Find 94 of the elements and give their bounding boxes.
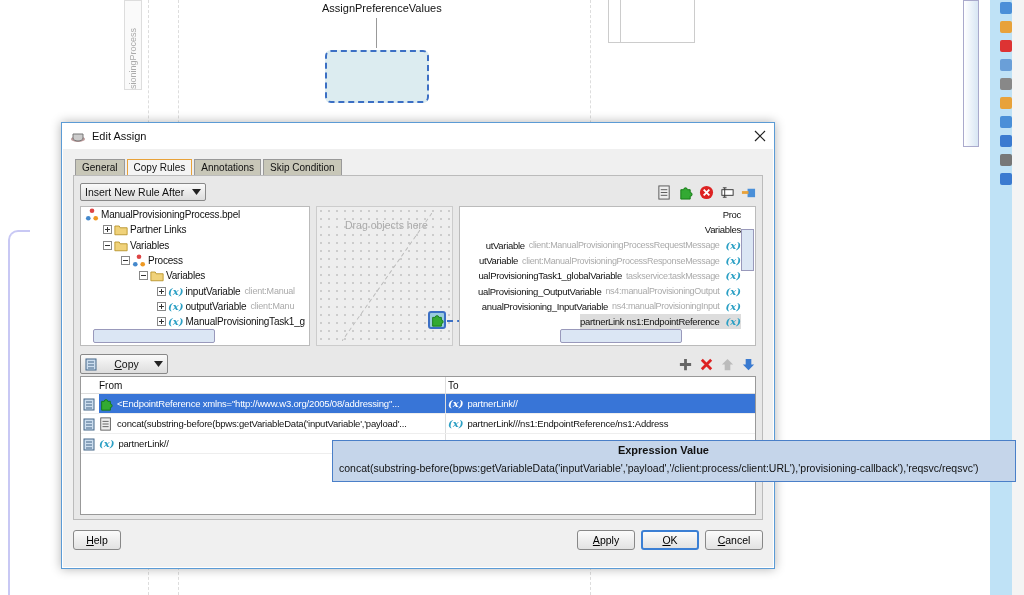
rule-position-dropdown[interactable]: Insert New Rule After	[80, 183, 207, 201]
variable-icon: (x)	[725, 270, 741, 282]
palette-icon[interactable]	[1000, 59, 1012, 71]
type-label: client:Manual	[244, 286, 295, 297]
tree-item[interactable]: outputVariable	[185, 300, 247, 312]
tab[interactable]: Skip Condition	[263, 159, 342, 175]
variable-icon: (x)	[725, 316, 741, 328]
dialog-button[interactable]: Help	[73, 530, 121, 550]
puzzle-node-icon[interactable]	[428, 311, 446, 329]
tree-item[interactable]: partnerLink ns1:EndpointReference (x)	[580, 314, 741, 330]
tooltip-text: concat(substring-before(bpws:getVariableData('inputVariable','payload','/client:process/client:URL'),'provisioning-callback'),'reqsvc/reqsvc')	[339, 462, 980, 474]
variable-icon: (x)	[99, 438, 115, 449]
tree-item[interactable]: ManualProvisioningTask1_g	[185, 316, 305, 328]
window-title: Edit Assign	[92, 130, 148, 142]
column-header: To	[447, 378, 460, 393]
delete-icon[interactable]	[699, 184, 714, 200]
down-arrow-icon[interactable]	[741, 356, 756, 372]
scrollbar[interactable]	[93, 329, 215, 343]
scrollbar[interactable]	[741, 229, 754, 271]
activity-label: AssignPreferenceValues	[322, 2, 442, 14]
tree-item[interactable]: Partner Links	[130, 224, 187, 236]
type-label: client:Manu	[250, 301, 295, 312]
dialog-button[interactable]: OK	[641, 530, 699, 550]
expander-icon[interactable]	[157, 317, 166, 327]
palette-icon[interactable]	[1000, 78, 1012, 90]
variable-icon: (x)	[725, 255, 741, 267]
tree-item[interactable]: Variables	[166, 270, 206, 282]
dialog-button[interactable]: Apply	[577, 530, 635, 550]
table-cell: partnerLink//	[467, 398, 518, 409]
table-cell: concat(substring-before(bpws:getVariableData('inputVariable','payload'...	[117, 418, 407, 429]
document-icon	[85, 357, 99, 371]
table-cell: partnerLink//	[118, 438, 169, 449]
folder-icon	[114, 238, 128, 252]
variable-icon: (x)	[448, 398, 464, 409]
palette-icon[interactable]	[1000, 2, 1012, 14]
variable-icon: (x)	[725, 300, 741, 312]
expander-icon[interactable]	[121, 256, 130, 266]
table-cell: partnerLink///ns1:EndpointReference/ns1:Address	[467, 418, 669, 429]
tree-item[interactable]: inputVariable	[185, 285, 241, 297]
palette-icon[interactable]	[1000, 173, 1012, 185]
palette-icon[interactable]	[1000, 154, 1012, 166]
close-button[interactable]	[754, 130, 766, 142]
tree-item[interactable]: Variables	[130, 239, 170, 251]
tree-item[interactable]: utVariable client:ManualProvisioningProcessRequestMessage (x)	[485, 237, 741, 253]
palette-icon[interactable]	[1000, 135, 1012, 147]
dialog-button[interactable]: Cancel	[705, 530, 763, 550]
variable-icon: (x)	[448, 418, 464, 429]
caret-icon	[192, 189, 202, 195]
tab[interactable]: Copy Rules	[126, 159, 193, 175]
palette-icon[interactable]	[1000, 40, 1012, 52]
tree-item[interactable]: utVariable client:ManualProvisioningProcessResponseMessage (x)	[478, 252, 741, 269]
folder-icon	[114, 223, 128, 237]
tooltip-title: Expression Value	[616, 444, 710, 456]
tree-item[interactable]: Process	[148, 255, 183, 267]
process-icon	[132, 254, 146, 268]
puzzle-icon	[99, 396, 113, 411]
expander-icon[interactable]	[139, 271, 148, 281]
puzzle-icon[interactable]	[678, 184, 693, 200]
caret-icon	[154, 361, 163, 367]
tree-item[interactable]: ualProvisioningTask1_globalVariable taskservice:taskMessage (x)	[478, 268, 741, 284]
variable-icon: (x)	[725, 285, 741, 297]
tree-item[interactable]: ualProvisioning_OutputVariable ns4:manualProvisioningOutput (x)	[478, 283, 741, 299]
drop-hint: Drag objects here	[345, 219, 428, 231]
connector-line	[376, 18, 377, 48]
activity-node[interactable]	[325, 50, 429, 103]
table-row[interactable]: concat(substring-before(bpws:getVariableData('inputVariable','payload'... (x) partnerLink///ns1:EndpointReference/ns1:Address	[81, 414, 755, 434]
expander-icon[interactable]	[103, 225, 112, 235]
up-arrow-icon[interactable]	[720, 356, 735, 372]
column-header: From	[99, 377, 446, 393]
variable-icon: (x)	[168, 285, 184, 297]
table-cell: <EndpointReference xmlns="http://www.w3.org/2005/08/addressing"...	[117, 398, 400, 409]
tab[interactable]: General	[75, 159, 125, 175]
variable-icon: (x)	[168, 300, 184, 312]
tree-item[interactable]: ManualProvisioningProcess.bpel	[101, 209, 241, 221]
palette-icon[interactable]	[1000, 116, 1012, 128]
variable-icon: (x)	[725, 239, 741, 251]
process-icon	[85, 208, 99, 222]
text-field-icon[interactable]	[720, 184, 735, 200]
expander-icon[interactable]	[157, 286, 166, 296]
table-row[interactable]: <EndpointReference xmlns="http://www.w3.org/2005/08/addressing"... (x) partnerLink//	[81, 394, 755, 414]
expander-icon[interactable]	[157, 301, 166, 311]
expander-icon[interactable]	[103, 240, 112, 250]
scrollbar[interactable]	[560, 329, 682, 343]
tree-item[interactable]: Variables	[704, 222, 741, 238]
scrollbar[interactable]	[963, 0, 979, 147]
delete-icon[interactable]	[699, 356, 714, 372]
folder-icon	[150, 269, 164, 283]
tab[interactable]: Annotations	[194, 159, 262, 175]
operation-dropdown[interactable]: Copy	[80, 354, 168, 374]
tree-item[interactable]: Proc	[722, 207, 741, 223]
swimlane-label: sioningProcess	[124, 0, 142, 90]
tree-item[interactable]: anualProvisioning_InputVariable ns4:manualProvisioningInput (x)	[481, 298, 741, 315]
variable-icon: (x)	[168, 316, 184, 328]
add-icon[interactable]	[678, 356, 693, 372]
